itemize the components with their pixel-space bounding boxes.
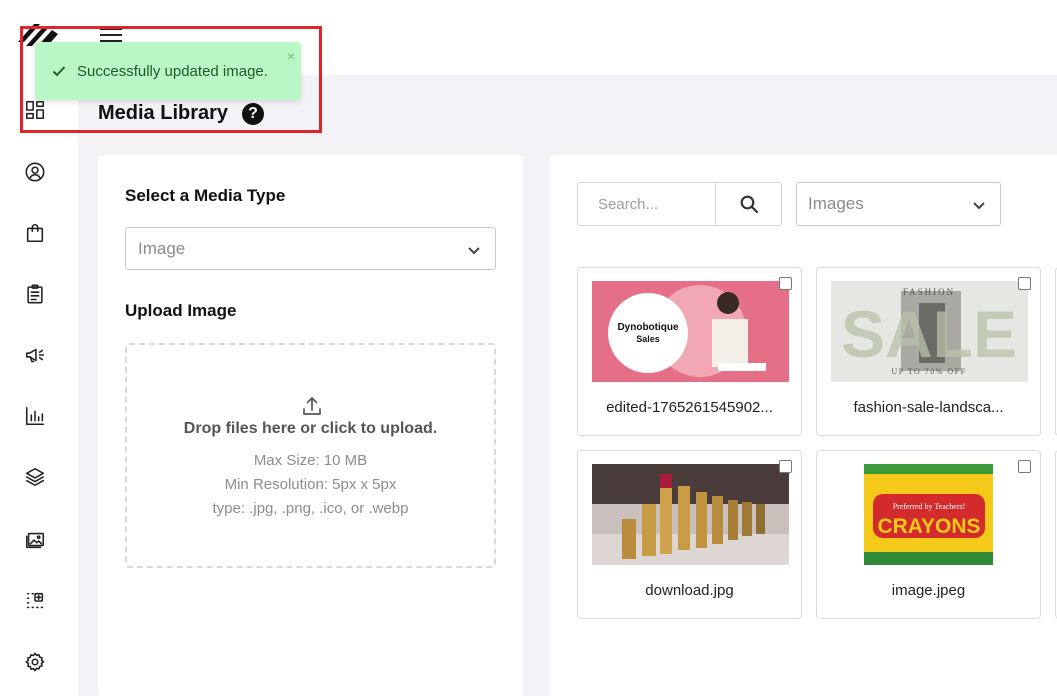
media-type-select[interactable]: Image <box>125 227 496 270</box>
select-checkbox[interactable] <box>1018 460 1031 473</box>
file-types-text: type: .jpg, .png, .ico, or .webp <box>212 500 409 517</box>
upload-dropzone[interactable]: Drop files here or click to upload. Max … <box>125 343 496 568</box>
search-icon <box>740 195 758 214</box>
nav-users[interactable] <box>22 159 48 185</box>
nav-layers[interactable] <box>22 464 48 490</box>
bar-chart-icon <box>25 406 45 426</box>
media-filename: image.jpeg <box>891 582 966 599</box>
add-grid-icon <box>26 592 44 609</box>
media-thumbnail: Preferred by Teachers! CRAYONS <box>831 464 1028 565</box>
media-item[interactable]: Dynobotique Sales edited-1765261545902..… <box>577 267 802 436</box>
layers-icon <box>25 467 45 487</box>
media-library-panel: Images Dynobotique Sales edited-17652615… <box>550 155 1057 696</box>
chevron-down-icon <box>467 242 481 256</box>
thumb-text-line: FASHION <box>903 287 955 297</box>
thumb-text-line: Preferred by Teachers! <box>893 502 966 511</box>
checkmark-icon <box>51 63 67 79</box>
nav-products[interactable] <box>22 220 48 246</box>
nav-orders[interactable] <box>22 281 48 307</box>
media-filter-select[interactable]: Images <box>796 182 1001 226</box>
media-type-label: Select a Media Type <box>125 186 286 205</box>
min-resolution-text: Min Resolution: 5px x 5px <box>224 476 397 493</box>
settings-icon <box>25 652 45 672</box>
upload-image-label: Upload Image <box>125 301 237 320</box>
thumb-text-line: Dynobotique <box>617 322 679 333</box>
media-folder-icon <box>25 532 45 549</box>
media-item[interactable]: FASHION SALE UP TO 70% OFF fashion-sale-… <box>816 267 1041 436</box>
thumb-text-line: SALE <box>841 297 1017 371</box>
upload-panel: Select a Media Type Image Upload Image D… <box>98 155 523 696</box>
success-toast: Successfully updated image. × <box>35 42 301 100</box>
user-icon <box>25 162 45 182</box>
media-thumbnail: Dynobotique Sales <box>592 281 789 382</box>
toast-close-icon[interactable]: × <box>287 48 295 64</box>
chevron-down-icon <box>972 197 986 211</box>
nav-settings[interactable] <box>22 649 48 675</box>
nav-media-library[interactable] <box>22 527 48 553</box>
media-type-value: Image <box>138 238 186 258</box>
media-item[interactable]: download.jpg <box>577 450 802 619</box>
search-input[interactable] <box>578 183 715 225</box>
media-item[interactable]: Preferred by Teachers! CRAYONS image.jpe… <box>816 450 1041 619</box>
toast-message: Successfully updated image. <box>77 62 268 80</box>
drop-title: Drop files here or click to upload. <box>183 420 438 437</box>
select-checkbox[interactable] <box>779 460 792 473</box>
media-filename: download.jpg <box>645 582 734 599</box>
clipboard-icon <box>27 284 43 304</box>
select-checkbox[interactable] <box>1018 277 1031 290</box>
media-filter-value: Images <box>808 194 864 213</box>
nav-analytics[interactable] <box>22 403 48 429</box>
thumb-text-line: UP TO 70% OFF <box>891 367 966 376</box>
media-thumbnail <box>592 464 789 565</box>
media-filename: edited-1765261545902... <box>606 399 773 416</box>
shopping-bag-icon <box>26 224 44 243</box>
upload-icon <box>301 395 323 417</box>
thumb-text-line: CRAYONS <box>877 515 980 538</box>
nav-marketing[interactable] <box>22 342 48 368</box>
select-checkbox[interactable] <box>779 277 792 290</box>
media-filename: fashion-sale-landsca... <box>853 399 1004 416</box>
nav-add-widgets[interactable] <box>22 588 48 614</box>
search-group <box>577 182 782 226</box>
media-thumbnail: FASHION SALE UP TO 70% OFF <box>831 281 1028 382</box>
thumb-text-line: Sales <box>636 334 660 344</box>
search-button[interactable] <box>715 183 781 225</box>
megaphone-icon <box>25 348 45 363</box>
max-size-text: Max Size: 10 MB <box>253 452 368 469</box>
